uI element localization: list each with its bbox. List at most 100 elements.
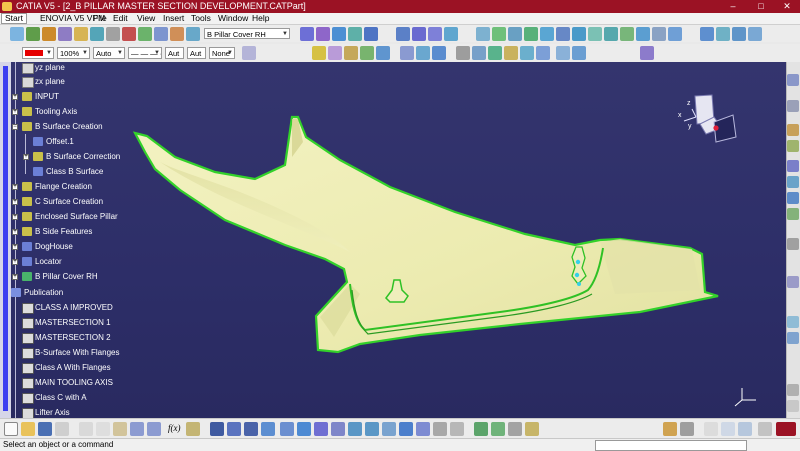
scissors-icon[interactable] <box>758 422 772 436</box>
join-icon[interactable] <box>300 27 314 41</box>
fill-color-selector[interactable]: ▼ <box>22 47 54 59</box>
swap-space-icon[interactable] <box>450 422 464 436</box>
law-icon[interactable] <box>787 208 799 220</box>
cut-icon[interactable] <box>79 422 93 436</box>
analysis-icon[interactable] <box>488 46 502 60</box>
hand-icon[interactable] <box>663 422 677 436</box>
menu-window[interactable]: Window <box>218 13 248 24</box>
undo-icon[interactable] <box>130 422 144 436</box>
expand-icon[interactable]: + <box>12 184 18 190</box>
spline-icon[interactable] <box>620 27 634 41</box>
transparency-dropdown[interactable]: 100% ▼ <box>57 47 90 59</box>
locator-point-1[interactable] <box>575 259 581 265</box>
rotate-view-icon[interactable] <box>331 422 345 436</box>
draft-analysis-icon[interactable] <box>536 46 550 60</box>
select-icon[interactable] <box>10 27 24 41</box>
graph-icon[interactable] <box>787 400 799 412</box>
expand-icon[interactable]: + <box>12 274 18 280</box>
shading-icon[interactable] <box>416 422 430 436</box>
measure-inertia-icon[interactable] <box>508 422 522 436</box>
update-icon[interactable] <box>227 422 241 436</box>
pocket-icon[interactable] <box>344 46 358 60</box>
pan-icon[interactable] <box>314 422 328 436</box>
measure-between-icon[interactable] <box>474 422 488 436</box>
restore-button[interactable]: □ <box>748 0 774 13</box>
boundary-icon[interactable] <box>364 27 378 41</box>
slot-icon[interactable] <box>376 46 390 60</box>
surface-tool-icon[interactable] <box>787 124 799 136</box>
menu-start[interactable]: Start <box>1 13 27 24</box>
geometrical-set-icon[interactable] <box>58 27 72 41</box>
expand-icon[interactable]: + <box>12 244 18 250</box>
point-icon[interactable] <box>74 27 88 41</box>
expand-icon[interactable]: + <box>12 214 18 220</box>
hole-icon[interactable] <box>328 46 342 60</box>
extrude-icon[interactable] <box>138 27 152 41</box>
annotation-icon[interactable] <box>787 276 799 288</box>
knowledge-icon[interactable] <box>787 316 799 328</box>
catalog-icon[interactable] <box>210 422 224 436</box>
plane-icon[interactable] <box>106 27 120 41</box>
projection-icon[interactable] <box>652 27 666 41</box>
redo-icon[interactable] <box>147 422 161 436</box>
menu-file[interactable]: File <box>93 13 107 24</box>
new-file-icon[interactable] <box>4 422 18 436</box>
curve-icon[interactable] <box>122 27 136 41</box>
measure-icon[interactable] <box>472 46 486 60</box>
curvature-icon[interactable] <box>504 46 518 60</box>
pattern-icon[interactable] <box>787 176 799 188</box>
polygon-icon[interactable] <box>572 46 586 60</box>
fly-mode-icon[interactable] <box>280 422 294 436</box>
rule-icon[interactable] <box>787 332 799 344</box>
catia-app-icon[interactable] <box>2 2 12 11</box>
chart-icon[interactable] <box>721 422 735 436</box>
update-all-icon[interactable] <box>244 422 258 436</box>
open-folder-icon[interactable] <box>21 422 35 436</box>
menu-view[interactable]: View <box>137 13 155 24</box>
shell-icon[interactable] <box>400 46 414 60</box>
axis-system-icon[interactable] <box>456 46 470 60</box>
connect-curve-icon[interactable] <box>588 27 602 41</box>
apply-material-icon[interactable] <box>525 422 539 436</box>
linetype-auto-dropdown[interactable]: Aut <box>165 47 184 59</box>
wireframe-icon[interactable] <box>787 100 799 112</box>
sketcher-icon[interactable] <box>312 46 326 60</box>
collapse-icon[interactable]: − <box>12 124 18 130</box>
extrapolate-icon[interactable] <box>476 27 490 41</box>
command-input[interactable] <box>595 440 747 451</box>
sketch-analysis-icon[interactable] <box>787 74 799 86</box>
b-pillar-surface[interactable] <box>132 115 719 354</box>
menu-tools[interactable]: Tools <box>191 13 211 24</box>
fillet-icon[interactable] <box>540 27 554 41</box>
knowledge-advisor-icon[interactable] <box>186 422 200 436</box>
thickness-icon[interactable] <box>416 46 430 60</box>
corner-icon[interactable] <box>604 27 618 41</box>
parallel-curve-icon[interactable] <box>700 27 714 41</box>
transform-icon[interactable] <box>787 160 799 172</box>
multi-section-icon[interactable] <box>524 27 538 41</box>
menu-help[interactable]: Help <box>252 13 269 24</box>
trim-icon[interactable] <box>348 27 362 41</box>
3d-viewport[interactable]: x z y yz plane zx plane + INPUT + Toolin… <box>0 62 786 418</box>
disassemble-icon[interactable] <box>732 27 746 41</box>
part-selector-dropdown[interactable]: B Pillar Cover RH ▼ <box>204 28 290 39</box>
layer-dropdown[interactable]: None ▼ <box>209 47 235 59</box>
near-icon[interactable] <box>748 27 762 41</box>
helix-icon[interactable] <box>636 27 650 41</box>
line-thickness-dropdown[interactable]: Auto ▼ <box>93 47 125 59</box>
draft-icon[interactable] <box>572 27 586 41</box>
formula-button[interactable]: f(x) <box>168 423 181 433</box>
intersection-icon[interactable] <box>668 27 682 41</box>
measure-item-icon[interactable] <box>491 422 505 436</box>
save-icon[interactable] <box>38 422 52 436</box>
table-icon[interactable] <box>738 422 752 436</box>
pad-icon[interactable] <box>42 27 56 41</box>
swap-visible-icon[interactable] <box>261 422 275 436</box>
weight-auto-dropdown[interactable]: Aut <box>187 47 206 59</box>
fit-all-icon[interactable] <box>297 422 311 436</box>
zoom-out-icon[interactable] <box>365 422 379 436</box>
locator-point-2[interactable] <box>574 272 580 278</box>
hide-show-icon[interactable] <box>433 422 447 436</box>
chamfer-icon[interactable] <box>556 27 570 41</box>
painter-icon[interactable] <box>242 46 256 60</box>
